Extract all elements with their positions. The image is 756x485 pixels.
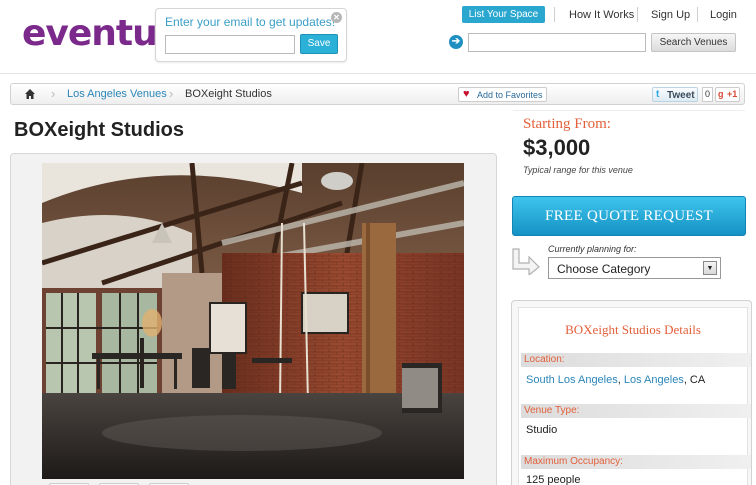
venue-photo-gallery <box>10 153 497 485</box>
home-icon[interactable] <box>24 88 36 100</box>
sign-up-link[interactable]: Sign Up <box>651 6 690 24</box>
page-title: BOXeight Studios <box>14 119 184 141</box>
chevron-right-icon: › <box>51 86 56 101</box>
max-occupancy-value: 125 people <box>526 474 581 485</box>
breadcrumb-los-angeles-venues[interactable]: Los Angeles Venues <box>67 88 167 101</box>
venue-interior-image <box>42 163 464 479</box>
search-venues-button[interactable]: Search Venues <box>651 33 736 52</box>
google-plus-label: +1 <box>727 89 738 99</box>
starting-from-label: Starting From: <box>523 116 611 132</box>
breadcrumb: › Los Angeles Venues › BOXeight Studios … <box>10 83 745 105</box>
venue-search-input[interactable] <box>468 33 646 52</box>
location-city-link[interactable]: Los Angeles <box>624 374 684 386</box>
nav-divider <box>554 7 555 22</box>
site-header: eventup Enter your email to get updates!… <box>0 0 756 74</box>
chevron-right-icon: › <box>169 86 174 101</box>
close-icon[interactable]: ✕ <box>331 12 342 23</box>
pricing-box: Starting From: $3,000 Typical range for … <box>513 110 745 184</box>
venue-photo[interactable] <box>42 163 464 479</box>
add-to-favorites-label: Add to Favorites <box>477 90 543 100</box>
chevron-down-icon: ▼ <box>703 261 717 275</box>
subscribe-title: Enter your email to get updates! <box>165 15 336 29</box>
details-title: BOXeight Studios Details <box>565 322 701 337</box>
currently-planning-label: Currently planning for: <box>548 244 637 254</box>
list-your-space-button[interactable]: List Your Space <box>462 6 545 23</box>
free-quote-request-button[interactable]: FREE QUOTE REQUEST <box>512 196 746 236</box>
nav-divider <box>637 7 638 22</box>
heart-icon: ♥ <box>463 88 470 100</box>
location-state: , CA <box>683 374 706 386</box>
add-to-favorites-button[interactable]: ♥ Add to Favorites <box>458 87 547 102</box>
venue-type-value: Studio <box>526 424 558 436</box>
price-note: Typical range for this venue <box>523 165 633 175</box>
max-occupancy-label: Maximum Occupancy: <box>521 455 751 469</box>
google-plus-icon: g <box>718 89 724 99</box>
venue-details-card: BOXeight Studios Details Location: South… <box>518 307 751 485</box>
venue-type-label: Venue Type: <box>521 404 751 418</box>
breadcrumb-current-venue: BOXeight Studios <box>185 88 272 100</box>
starting-price: $3,000 <box>523 135 591 160</box>
subscribe-email-input[interactable] <box>165 35 295 54</box>
login-link[interactable]: Login <box>710 6 737 24</box>
location-value: South Los Angeles, Los Angeles, CA <box>526 374 705 387</box>
how-it-works-link[interactable]: How It Works <box>569 6 634 24</box>
twitter-bird-icon: t <box>656 89 660 100</box>
tweet-label: Tweet <box>667 90 695 101</box>
email-subscribe-box: Enter your email to get updates! ✕ Save <box>155 8 347 62</box>
arrow-right-icon: ➔ <box>449 35 463 49</box>
tweet-button[interactable]: t Tweet <box>652 87 698 102</box>
nav-divider <box>697 7 698 22</box>
venue-details-panel: BOXeight Studios Details Location: South… <box>511 300 752 485</box>
subscribe-save-button[interactable]: Save <box>300 34 338 54</box>
location-separator: , <box>617 374 621 386</box>
category-select[interactable]: Choose Category ▼ <box>548 257 721 279</box>
category-select-value: Choose Category <box>557 262 651 276</box>
google-plus-button[interactable]: g +1 <box>715 87 740 102</box>
tweet-count: 0 <box>702 87 713 102</box>
bent-arrow-icon <box>512 248 540 275</box>
location-area-link[interactable]: South Los Angeles <box>526 374 618 386</box>
location-label: Location: <box>521 353 751 367</box>
